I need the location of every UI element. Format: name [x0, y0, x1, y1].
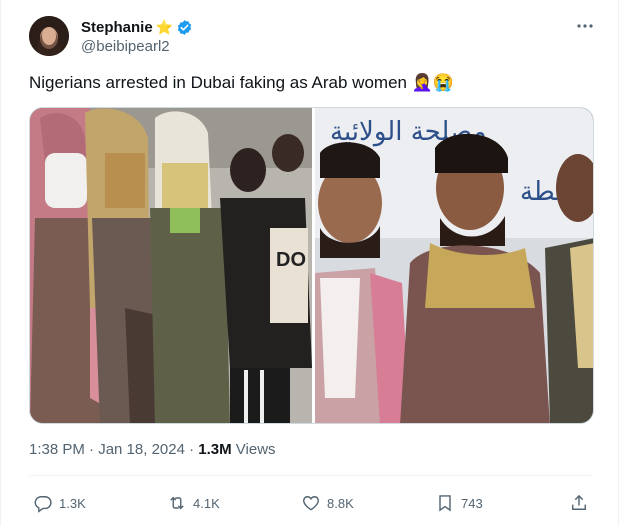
reply-button[interactable]: 1.3K [33, 488, 86, 518]
meta-separator: · [184, 441, 199, 458]
reply-count: 1.3K [59, 495, 86, 511]
divider [29, 475, 592, 476]
like-button[interactable]: 8.8K [301, 488, 354, 518]
author-display-name[interactable]: Stephanie [81, 19, 153, 36]
verified-badge-icon [176, 19, 193, 36]
author-name-row[interactable]: Stephanie ⭐ [81, 17, 193, 37]
share-button[interactable] [569, 488, 589, 518]
reply-icon [33, 493, 53, 513]
tweet-media[interactable]: DO مصلحة الولائية عطة [29, 107, 594, 424]
avatar[interactable] [29, 16, 69, 56]
like-count: 8.8K [327, 495, 354, 511]
repost-button[interactable]: 4.1K [167, 488, 220, 518]
tweet-card: Stephanie ⭐ @beibipearl2 Nigerians arres… [0, 0, 619, 526]
media-photo-left[interactable]: DO [30, 108, 312, 424]
tweet-text: Nigerians arrested in Dubai faking as Ar… [29, 73, 455, 92]
author-handle[interactable]: @beibipearl2 [81, 38, 170, 55]
share-icon [569, 493, 589, 513]
tweet-meta: 1:38 PM · Jan 18, 2024 · 1.3M Views [29, 441, 276, 458]
repost-count: 4.1K [193, 495, 220, 511]
action-bar: 1.3K 4.1K 8.8K 743 [29, 488, 595, 518]
bookmark-count: 743 [461, 495, 483, 511]
bookmark-icon [435, 493, 455, 513]
repost-icon [167, 493, 187, 513]
media-photo-right[interactable]: مصلحة الولائية عطة [315, 108, 594, 424]
svg-text:DO: DO [276, 249, 306, 271]
views-label: Views [231, 441, 276, 458]
timestamp[interactable]: 1:38 PM · Jan 18, 2024 [29, 441, 185, 458]
views-count: 1.3M [198, 441, 232, 458]
like-icon [301, 493, 321, 513]
star-emoji: ⭐ [155, 18, 174, 35]
more-icon[interactable] [575, 16, 595, 36]
bookmark-button[interactable]: 743 [435, 488, 483, 518]
